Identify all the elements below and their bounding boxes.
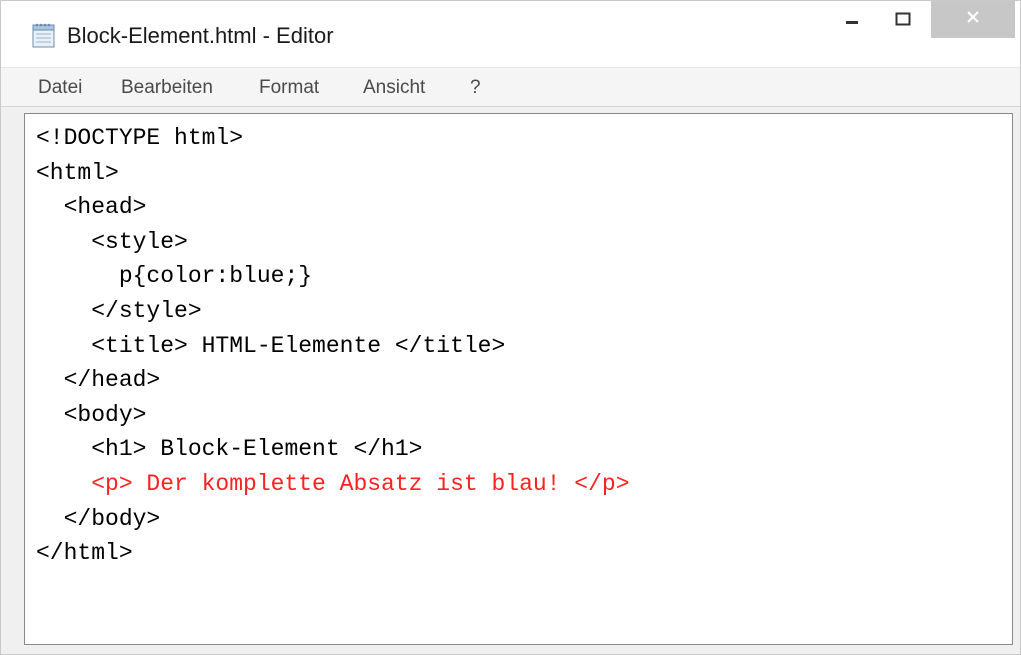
code-line-highlighted: <p> Der komplette Absatz ist blau! </p> <box>36 470 630 497</box>
title-bar[interactable]: Block-Element.html - Editor <box>1 1 1020 67</box>
menu-item-bearbeiten[interactable]: Bearbeiten <box>121 77 213 99</box>
minimize-icon <box>845 12 859 31</box>
menu-item-ansicht[interactable]: Ansicht <box>363 77 425 99</box>
code-line: <style> <box>36 228 188 255</box>
code-line: <h1> Block-Element </h1> <box>36 436 423 463</box>
code-line: <title> HTML-Elemente </title> <box>36 332 506 359</box>
close-icon <box>966 10 980 29</box>
code-text: <!DOCTYPE html> <html> <head> <style> p{c… <box>36 121 630 571</box>
code-line: <body> <box>36 401 147 428</box>
code-line: </style> <box>36 297 202 324</box>
code-line: </head> <box>36 367 161 394</box>
close-button[interactable] <box>931 1 1015 38</box>
code-line: <head> <box>36 194 147 221</box>
menu-bar: Datei Bearbeiten Format Ansicht ? <box>1 67 1020 107</box>
notepad-icon <box>31 21 57 49</box>
maximize-button[interactable] <box>881 1 925 41</box>
minimize-button[interactable] <box>830 1 874 41</box>
code-line: </body> <box>36 505 161 532</box>
window-title: Block-Element.html - Editor <box>67 23 334 48</box>
menu-item-help[interactable]: ? <box>470 77 481 99</box>
code-line: </html> <box>36 540 133 567</box>
code-line: <html> <box>36 159 119 186</box>
code-line: <!DOCTYPE html> <box>36 125 244 151</box>
menu-item-datei[interactable]: Datei <box>38 77 82 99</box>
menu-item-format[interactable]: Format <box>259 77 319 99</box>
maximize-icon <box>895 12 911 31</box>
code-line: p{color:blue;} <box>36 263 313 290</box>
text-editor-area[interactable]: <!DOCTYPE html> <html> <head> <style> p{c… <box>24 113 1013 645</box>
editor-window: Block-Element.html - Editor Datei Bearbe… <box>0 0 1021 655</box>
